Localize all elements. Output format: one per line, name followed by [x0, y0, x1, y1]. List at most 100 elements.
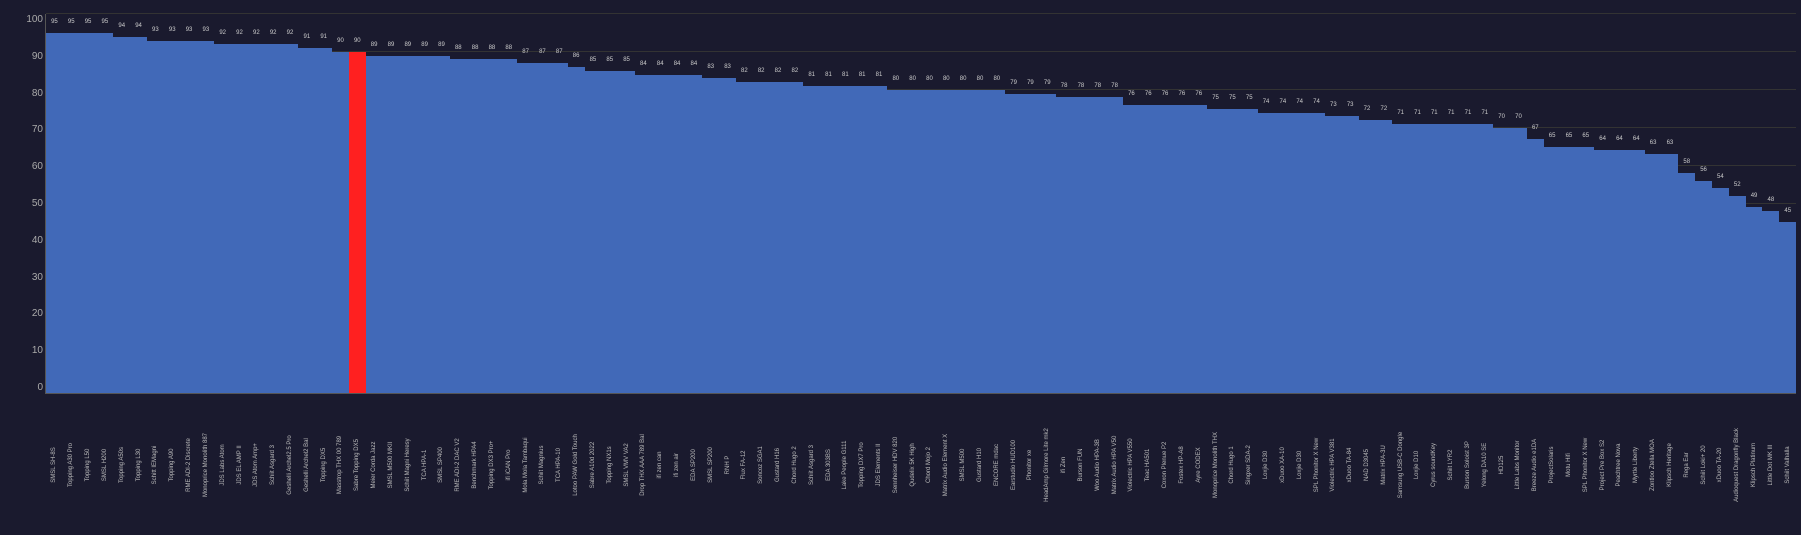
bar: 72 — [1375, 120, 1392, 393]
bar-group: 65SPL Phonitor X New — [1577, 14, 1594, 393]
bar-value: 45 — [1784, 208, 1791, 214]
bar-label: Loxjie D30 — [1297, 451, 1303, 479]
bar: 91 — [315, 48, 332, 393]
bar: 90 — [349, 52, 366, 393]
bar-value: 75 — [1212, 95, 1219, 101]
bar-label: TCA HPA-10 — [556, 448, 562, 482]
bar: 94 — [113, 37, 130, 393]
bar-value: 80 — [926, 76, 933, 82]
bar-label: Earstudio HUD100 — [1011, 440, 1017, 490]
bar-group: 91Geshelli Archel2 Bal — [298, 14, 315, 393]
bar-label: ifi Zen — [1061, 457, 1067, 473]
bar-label: Benchmark HPA4 — [472, 441, 478, 488]
bar: 76 — [1157, 105, 1174, 393]
bar-value: 78 — [1061, 83, 1068, 89]
bar: 88 — [484, 59, 501, 393]
bar-group: 71Cyrus soundKey — [1426, 14, 1443, 393]
bar-label: Loxjie D30 — [1263, 451, 1269, 479]
bar-group: 78Matrix Audio HPA V50 — [1106, 14, 1123, 393]
bar: 76 — [1123, 105, 1140, 393]
bar-value: 80 — [977, 76, 984, 82]
bar: 64 — [1611, 150, 1628, 393]
bar-label: EDA 303BS — [826, 449, 832, 481]
bar-group: 80Qudelix 5K High — [904, 14, 921, 393]
bar-group: 84Drop THX AAA 789 Bal — [635, 14, 652, 393]
bar-group: 71Schiit LYR2 — [1443, 14, 1460, 393]
bar-group: 64Project Pre Box S2 — [1594, 14, 1611, 393]
bar-label: Klipsch Platinum — [1751, 443, 1757, 487]
bar-group: 74xDuoo XA-10 — [1274, 14, 1291, 393]
bar-label: EDA SP200 — [691, 449, 697, 481]
bar: 70 — [1510, 128, 1527, 393]
bar-label: SPL Phonitor X New — [1583, 438, 1589, 492]
bar-value: 81 — [876, 72, 883, 78]
bar: 67 — [1527, 139, 1544, 393]
bar: 76 — [1140, 105, 1157, 393]
y-label-70: 70 — [8, 124, 43, 135]
bar-group: 88Benchmark HPA4 — [467, 14, 484, 393]
bar-label: Myrtle Liberty — [1633, 447, 1639, 483]
bar: 74 — [1258, 113, 1275, 393]
bar-value: 78 — [1094, 83, 1101, 89]
bar-group: 75Monoprice Monolith THX — [1207, 14, 1224, 393]
bar: 78 — [1106, 97, 1123, 393]
bar-label: JDS Labs Atom — [220, 444, 226, 485]
bar: 80 — [972, 90, 989, 393]
bar-value: 90 — [354, 38, 361, 44]
bar: 93 — [197, 41, 214, 393]
bar: 72 — [1359, 120, 1376, 393]
bar-group: 88RME ADI-2 DAC V2 — [450, 14, 467, 393]
bar-label: Ayre CODEX — [1196, 447, 1202, 482]
y-label-80: 80 — [8, 88, 43, 99]
bar: 81 — [803, 86, 820, 393]
bar-group: 82Chord Hugo 2 — [786, 14, 803, 393]
bar: 95 — [96, 33, 113, 393]
bar: 85 — [618, 71, 635, 393]
bar-value: 76 — [1128, 91, 1135, 97]
bar: 84 — [669, 75, 686, 393]
bar-group: 82Flux FA-12 — [736, 14, 753, 393]
bar-label: Topping DX7 Pro — [859, 442, 865, 487]
bar: 65 — [1544, 147, 1561, 393]
bar-group: 78Woo Audio HPA-3B — [1089, 14, 1106, 393]
bar-value: 92 — [236, 30, 243, 36]
bar-label: Samsung USB-C Dongle — [1398, 432, 1404, 498]
bar-group: 80Chord Mojo 2 — [921, 14, 938, 393]
bar-label: Audioquest Dragonfly Black — [1734, 428, 1740, 502]
bar-group: 89SMSL M500 MKII — [383, 14, 400, 393]
bar-value: 81 — [842, 72, 849, 78]
bar-group: 89Schiit Magni Heresy — [399, 14, 416, 393]
bar-value: 95 — [85, 19, 92, 25]
bar-label: Gustard H16 — [775, 448, 781, 482]
bar: 79 — [1039, 94, 1056, 393]
bar: 79 — [1022, 94, 1039, 393]
bar: 83 — [719, 78, 736, 393]
bar-label: Drop THX AAA 789 Bal — [640, 434, 646, 496]
bar: 71 — [1426, 124, 1443, 393]
bar: 80 — [887, 90, 904, 393]
bar-label: RME ADI-2 DAC V2 — [455, 438, 461, 491]
bar-group: 92Geshelli Archel2.5 Pro — [282, 14, 299, 393]
bar-group: 74SPL Phonitor X New — [1308, 14, 1325, 393]
bar-value: 71 — [1448, 110, 1455, 116]
bar-group: 74Loxjie D30 — [1291, 14, 1308, 393]
y-label-10: 10 — [8, 345, 43, 356]
bar: 65 — [1561, 147, 1578, 393]
bar-value: 81 — [808, 72, 815, 78]
bar-group: 49Klipsch Platinum — [1746, 14, 1763, 393]
bar-label: SMSL M500 — [960, 449, 966, 482]
bar-label: SMSL SP200 — [708, 447, 714, 483]
bar: 80 — [938, 90, 955, 393]
bar-value: 87 — [556, 49, 563, 55]
bar-value: 82 — [741, 68, 748, 74]
bar-label: Peachtree Nova — [1616, 443, 1622, 486]
bar-value: 92 — [287, 30, 294, 36]
bar-label: SMSL VMV VA2 — [624, 443, 630, 486]
bar-label: RNH P — [725, 456, 731, 475]
bar-group: 54xDuoo TA-20 — [1712, 14, 1729, 393]
bar-label: Matrix HPA-3U — [1381, 445, 1387, 485]
y-label-60: 60 — [8, 161, 43, 172]
bar-group: 93Topping A90 — [164, 14, 181, 393]
bar-value: 76 — [1162, 91, 1169, 97]
bar: 76 — [1190, 105, 1207, 393]
